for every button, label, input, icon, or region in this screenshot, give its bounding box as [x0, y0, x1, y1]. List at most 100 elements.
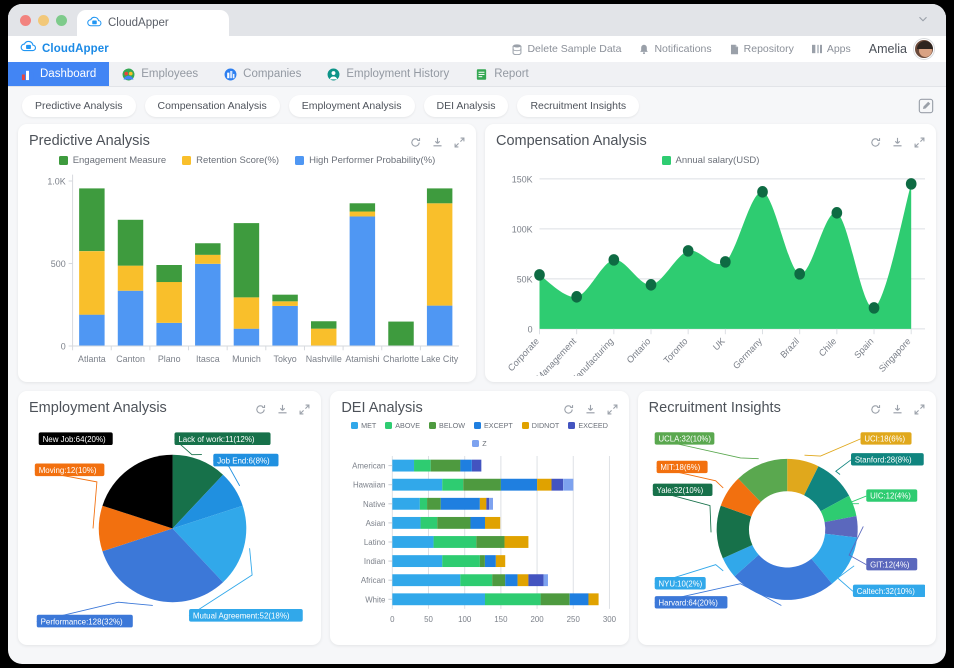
legend-label: EXCEPT — [484, 421, 513, 430]
legend-swatch — [59, 156, 68, 165]
refresh-icon[interactable] — [870, 137, 881, 148]
label: Notifications — [654, 43, 711, 55]
main-nav: Dashboard Employees Companies Employment… — [8, 62, 946, 87]
expand-icon[interactable] — [607, 404, 618, 415]
expand-icon[interactable] — [914, 404, 925, 415]
download-icon[interactable] — [432, 137, 443, 148]
legend-swatch — [385, 422, 392, 429]
nav-label: Report — [494, 68, 529, 80]
legend-item[interactable]: High Performer Probability(%) — [295, 155, 435, 166]
dashboard-row-bottom: Employment Analysis Lack of work:11(12%)… — [18, 391, 936, 645]
avatar[interactable] — [914, 39, 934, 59]
edit-square-icon[interactable] — [918, 98, 934, 114]
svg-text:Latino: Latino — [364, 538, 386, 547]
svg-text:150: 150 — [495, 615, 509, 624]
legend-item[interactable]: EXCEPT — [474, 421, 513, 430]
pie-label-text: Harvard:64(20%) — [658, 598, 718, 607]
download-icon[interactable] — [585, 404, 596, 415]
notifications-button[interactable]: Notifications — [639, 43, 711, 55]
refresh-icon[interactable] — [563, 404, 574, 415]
chip-compensation-analysis[interactable]: Compensation Analysis — [145, 95, 280, 117]
card-employment-analysis: Employment Analysis Lack of work:11(12%)… — [18, 391, 321, 645]
maximize-window-button[interactable] — [56, 15, 67, 26]
download-icon[interactable] — [892, 404, 903, 415]
browser-titlebar: CloudApper — [8, 4, 946, 36]
svg-text:Germany: Germany — [731, 336, 764, 372]
nav-item-companies[interactable]: Companies — [211, 62, 314, 86]
analysis-chip-bar: Predictive Analysis Compensation Analysi… — [8, 87, 946, 124]
expand-icon[interactable] — [454, 137, 465, 148]
svg-text:200: 200 — [531, 615, 545, 624]
card-header: Employment Analysis — [29, 400, 310, 416]
legend-item[interactable]: Z — [472, 439, 486, 448]
legend-label: Z — [482, 439, 486, 448]
legend-item[interactable]: Engagement Measure — [59, 155, 166, 166]
pie-label-text: MIT:18(6%) — [660, 463, 700, 472]
dashboard-row-top: Predictive Analysis Engagement Measure — [18, 124, 936, 382]
svg-text:African: African — [361, 576, 386, 585]
svg-text:250: 250 — [567, 615, 581, 624]
legend-swatch — [568, 422, 575, 429]
chip-predictive-analysis[interactable]: Predictive Analysis — [22, 95, 136, 117]
predictive-bar-chart: 05001.0K AtlantaCantonPlanoItascaMunichT… — [29, 166, 465, 376]
legend-item[interactable]: DIDNOT — [522, 421, 560, 430]
refresh-icon[interactable] — [410, 137, 421, 148]
pie-label-text: New Job:64(20%) — [43, 435, 106, 444]
chevron-down-icon[interactable] — [916, 12, 930, 26]
expand-icon[interactable] — [914, 137, 925, 148]
legend-swatch — [351, 422, 358, 429]
legend-label: DIDNOT — [532, 421, 560, 430]
svg-text:Lake City: Lake City — [421, 354, 458, 364]
legend-item[interactable]: Retention Score(%) — [182, 155, 279, 166]
legend-item[interactable]: Annual salary(USD) — [662, 155, 760, 166]
svg-text:Indian: Indian — [364, 557, 385, 566]
legend-compensation: Annual salary(USD) — [496, 155, 925, 166]
delete-sample-data-button[interactable]: Delete Sample Data — [512, 43, 621, 55]
svg-text:0: 0 — [390, 615, 395, 624]
app-window: CloudApper CloudApper Delete Sample Data — [8, 4, 946, 664]
svg-text:0: 0 — [528, 324, 533, 334]
svg-text:100: 100 — [458, 615, 472, 624]
svg-text:Tokyo: Tokyo — [274, 354, 297, 364]
download-icon[interactable] — [892, 137, 903, 148]
svg-text:Brazil: Brazil — [779, 336, 801, 360]
compensation-area-chart: 050K100K150K CorporateManagementManufact… — [496, 166, 925, 376]
pie-label-text: Yale:32(10%) — [656, 486, 703, 495]
close-window-button[interactable] — [20, 15, 31, 26]
refresh-icon[interactable] — [255, 404, 266, 415]
pie-label-text: Performance:128(32%) — [41, 617, 123, 626]
download-icon[interactable] — [277, 404, 288, 415]
chip-dei-analysis[interactable]: DEI Analysis — [424, 95, 509, 117]
history-icon — [327, 68, 340, 81]
pie-label-text: UIC:12(4%) — [870, 492, 911, 501]
file-icon — [730, 44, 739, 55]
nav-item-report[interactable]: Report — [462, 62, 542, 86]
legend-item[interactable]: MET — [351, 421, 376, 430]
card-tools — [255, 400, 310, 415]
refresh-icon[interactable] — [870, 404, 881, 415]
repository-button[interactable]: Repository — [730, 43, 794, 55]
pie-label-text: GIT:12(4%) — [870, 560, 910, 569]
legend-swatch — [472, 440, 479, 447]
user-menu[interactable]: Amelia — [869, 39, 934, 59]
browser-tab-cloudapper[interactable]: CloudApper — [77, 10, 229, 36]
apps-button[interactable]: Apps — [812, 43, 851, 55]
svg-text:Toronto: Toronto — [662, 336, 690, 366]
legend-item[interactable]: BELOW — [429, 421, 465, 430]
svg-text:1.0K: 1.0K — [47, 176, 66, 186]
nav-item-dashboard[interactable]: Dashboard — [8, 62, 109, 86]
chip-recruitment-insights[interactable]: Recruitment Insights — [517, 95, 639, 117]
legend-item[interactable]: EXCEED — [568, 421, 608, 430]
card-title: Predictive Analysis — [29, 133, 150, 149]
legend-item[interactable]: ABOVE — [385, 421, 420, 430]
nav-item-employment-history[interactable]: Employment History — [314, 62, 462, 86]
window-controls[interactable] — [8, 15, 77, 36]
plot-predictive-analysis: 05001.0K AtlantaCantonPlanoItascaMunichT… — [29, 166, 465, 376]
browser-tab-title: CloudApper — [108, 17, 169, 29]
brand-logo[interactable]: CloudApper — [20, 40, 109, 58]
minimize-window-button[interactable] — [38, 15, 49, 26]
nav-item-employees[interactable]: Employees — [109, 62, 211, 86]
chip-employment-analysis[interactable]: Employment Analysis — [289, 95, 415, 117]
plot-dei-analysis: AmericanHawaiianNativeAsianLatinoIndianA… — [341, 448, 617, 639]
expand-icon[interactable] — [299, 404, 310, 415]
